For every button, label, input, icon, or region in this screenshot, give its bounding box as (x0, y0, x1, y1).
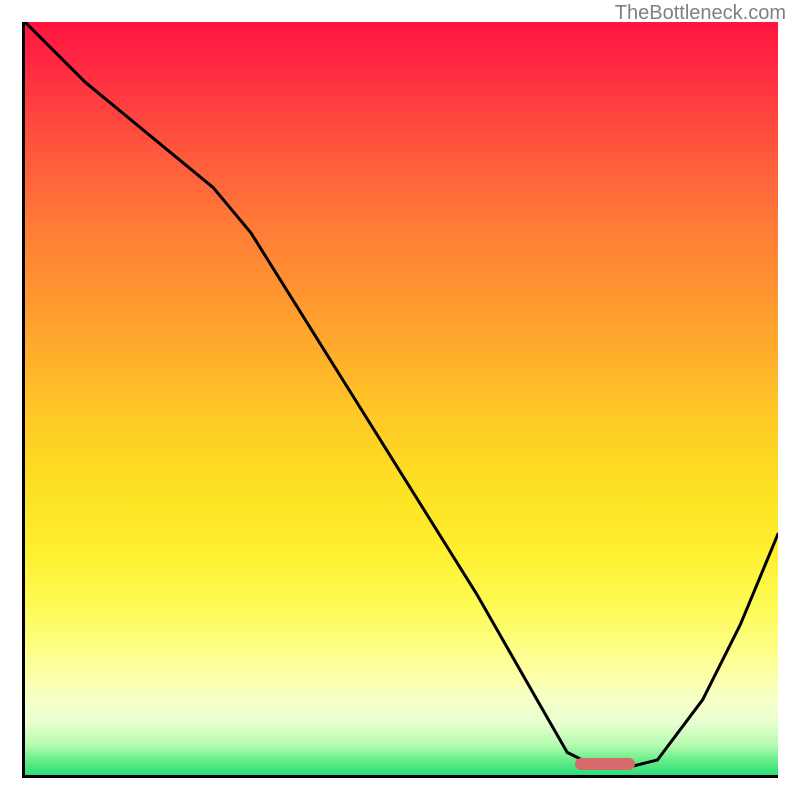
optimal-range-marker (575, 758, 635, 770)
bottleneck-curve (25, 22, 778, 775)
chart-container: TheBottleneck.com (0, 0, 800, 800)
watermark-text: TheBottleneck.com (615, 2, 786, 25)
curve-path (25, 22, 778, 768)
